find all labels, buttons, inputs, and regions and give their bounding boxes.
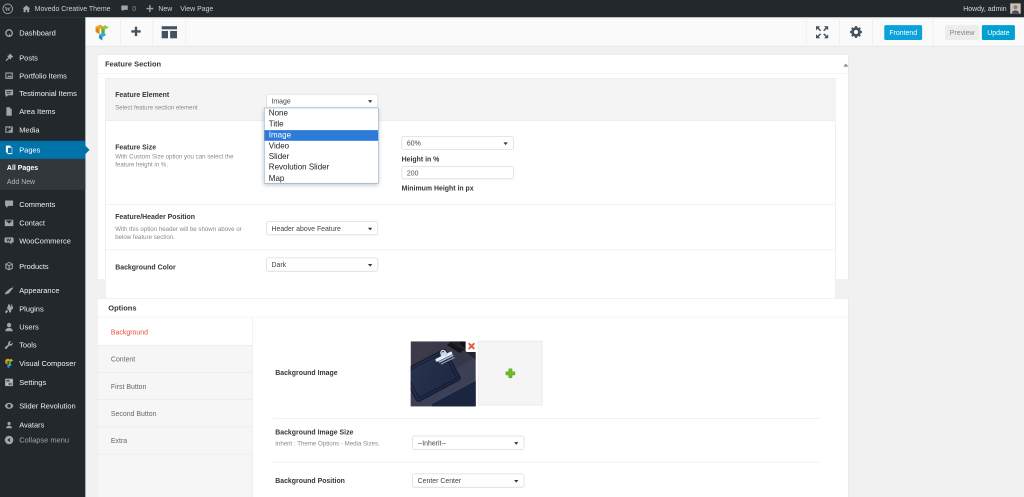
svg-text:W: W	[5, 7, 12, 13]
